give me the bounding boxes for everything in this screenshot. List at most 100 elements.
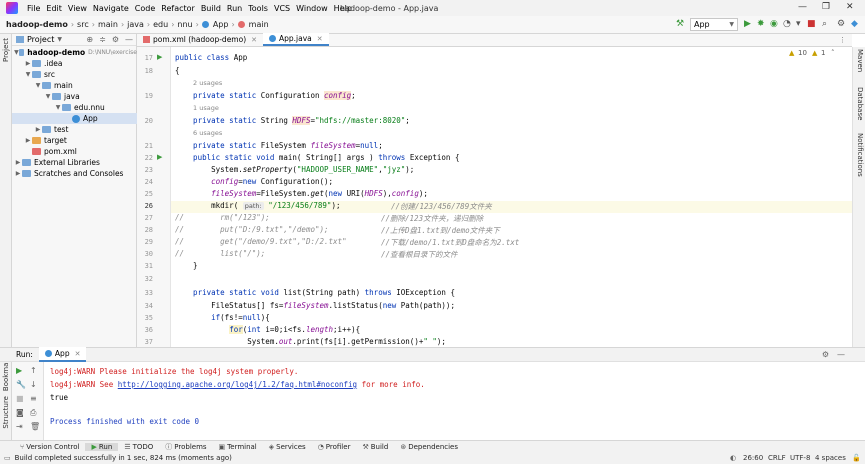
- exit-icon[interactable]: ⇥: [16, 422, 23, 431]
- menu-vcs[interactable]: VCS: [271, 4, 293, 13]
- select-opened-file-icon[interactable]: ⊕: [86, 35, 93, 44]
- menu-run[interactable]: Run: [224, 4, 245, 13]
- tree-item-target[interactable]: ▶ target: [12, 135, 137, 146]
- tool-todo[interactable]: ☰ TODO: [118, 443, 159, 451]
- usage-hint[interactable]: 6 usages: [193, 129, 222, 137]
- line-separator[interactable]: CRLF: [768, 454, 786, 462]
- profile-icon[interactable]: ◔: [783, 19, 791, 29]
- run-configuration-select[interactable]: App ▼: [690, 18, 738, 31]
- collapsed-arrow-icon[interactable]: ▶: [14, 170, 22, 177]
- code-editor[interactable]: ▲ 10 ▲ 1 ˄ public class App { 2 usages p…: [171, 47, 852, 347]
- tool-services[interactable]: ◈ Services: [263, 443, 312, 451]
- memory-indicator-icon[interactable]: ◐: [730, 454, 736, 462]
- tool-version-control[interactable]: ⑂ Version Control: [14, 443, 85, 451]
- project-panel-title[interactable]: Project: [27, 35, 54, 44]
- tree-item-project-root[interactable]: ▼ hadoop-demo D:\NNU\exercise: [12, 47, 137, 58]
- usage-hint[interactable]: 2 usages: [193, 79, 222, 87]
- run-gutter-icon[interactable]: ▶: [157, 153, 162, 161]
- tool-build[interactable]: ⚒ Build: [356, 443, 394, 451]
- soft-wrap-icon[interactable]: ≡: [30, 394, 37, 403]
- stop-icon[interactable]: ■: [807, 19, 816, 29]
- collapsed-arrow-icon[interactable]: ▶: [24, 137, 32, 144]
- menu-file[interactable]: File: [24, 4, 43, 13]
- chevron-down-icon[interactable]: ▼: [57, 36, 62, 43]
- hide-panel-icon[interactable]: —: [125, 35, 133, 44]
- expanded-arrow-icon[interactable]: ▼: [44, 93, 52, 100]
- menu-code[interactable]: Code: [132, 4, 158, 13]
- build-hammer-icon[interactable]: ⚒: [676, 19, 684, 29]
- coverage-icon[interactable]: ◉: [770, 19, 778, 29]
- breadcrumb-nnu[interactable]: nnu: [175, 20, 194, 29]
- run-gutter-icon[interactable]: ▶: [157, 53, 162, 61]
- tree-item-app[interactable]: App: [12, 113, 137, 124]
- tree-item-package[interactable]: ▼ edu.nnu: [12, 102, 137, 113]
- breadcrumb-project[interactable]: hadoop-demo: [0, 20, 70, 29]
- project-tool-button[interactable]: Project: [2, 38, 10, 62]
- breadcrumb-method[interactable]: main: [247, 20, 271, 29]
- restore-icon[interactable]: ❐: [822, 2, 830, 12]
- menu-edit[interactable]: Edit: [43, 4, 65, 13]
- notifications-tool-button[interactable]: Notifications: [856, 133, 864, 177]
- console-output[interactable]: log4j:WARN Please initialize the log4j s…: [44, 362, 852, 440]
- close-tab-icon[interactable]: ✕: [317, 35, 323, 43]
- breadcrumb-edu[interactable]: edu: [151, 20, 170, 29]
- search-everywhere-icon[interactable]: ⌕: [822, 19, 827, 29]
- status-message[interactable]: Build completed successfully in 1 sec, 8…: [15, 454, 232, 462]
- indent-setting[interactable]: 4 spaces: [815, 454, 846, 462]
- tool-dependencies[interactable]: ⊛ Dependencies: [394, 443, 464, 451]
- debug-icon[interactable]: ✸: [757, 19, 765, 29]
- rerun-icon[interactable]: ▶: [16, 366, 22, 375]
- tree-item-idea[interactable]: ▶ .idea: [12, 58, 137, 69]
- run-tab-app[interactable]: App ✕: [38, 347, 87, 362]
- tree-item-main[interactable]: ▼ main: [12, 80, 137, 91]
- tab-app-java[interactable]: App.java ✕: [263, 33, 329, 46]
- tool-terminal[interactable]: ▣ Terminal: [213, 443, 263, 451]
- print-icon[interactable]: ⎙: [30, 408, 36, 418]
- scroll-down-icon[interactable]: ↓: [30, 380, 37, 389]
- console-link[interactable]: http://logging.apache.org/log4j/1.2/faq.…: [118, 380, 357, 389]
- tree-item-pom[interactable]: pom.xml: [12, 146, 137, 157]
- tab-pom-xml[interactable]: pom.xml (hadoop-demo) ✕: [137, 33, 263, 46]
- file-encoding[interactable]: UTF-8: [790, 454, 810, 462]
- options-gear-icon[interactable]: ⚙: [112, 35, 119, 44]
- tool-profiler[interactable]: ◔ Profiler: [312, 443, 357, 451]
- breadcrumb-app[interactable]: App: [211, 20, 231, 29]
- tool-problems[interactable]: ⓘ Problems: [159, 442, 212, 452]
- collapsed-arrow-icon[interactable]: ▶: [34, 126, 42, 133]
- structure-tool-button[interactable]: Structure: [2, 396, 10, 429]
- close-tab-icon[interactable]: ✕: [251, 36, 257, 44]
- caret-position[interactable]: 26:60: [743, 454, 763, 462]
- scroll-up-icon[interactable]: ↑: [30, 366, 37, 375]
- menu-refactor[interactable]: Refactor: [158, 4, 198, 13]
- readonly-lock-icon[interactable]: 🔓: [852, 454, 861, 462]
- menu-window[interactable]: Window: [293, 4, 331, 13]
- tree-item-java[interactable]: ▼ java: [12, 91, 137, 102]
- menu-navigate[interactable]: Navigate: [90, 4, 132, 13]
- breadcrumb-main[interactable]: main: [96, 20, 120, 29]
- maven-tool-button[interactable]: Maven: [856, 49, 864, 72]
- wrench-icon[interactable]: 🔧: [16, 380, 26, 389]
- database-tool-button[interactable]: Database: [856, 87, 864, 120]
- tree-item-test[interactable]: ▶ test: [12, 124, 137, 135]
- tab-options-icon[interactable]: ⋮: [839, 36, 846, 44]
- tool-run[interactable]: ▶ Run: [85, 442, 119, 451]
- run-settings-gear-icon[interactable]: ⚙: [822, 350, 829, 359]
- minimize-icon[interactable]: —: [798, 2, 807, 12]
- expanded-arrow-icon[interactable]: ▼: [54, 104, 62, 111]
- collapsed-arrow-icon[interactable]: ▶: [24, 60, 32, 67]
- tree-item-src[interactable]: ▼ src: [12, 69, 137, 80]
- settings-gear-icon[interactable]: ⚙: [837, 19, 845, 29]
- expanded-arrow-icon[interactable]: ▼: [34, 82, 42, 89]
- close-window-icon[interactable]: ✕: [846, 2, 854, 12]
- camera-icon[interactable]: ◙: [16, 408, 24, 417]
- chevron-up-icon[interactable]: ˄: [831, 49, 835, 57]
- menu-view[interactable]: View: [65, 4, 90, 13]
- tree-item-external-libraries[interactable]: ▶ External Libraries: [12, 157, 137, 168]
- menu-tools[interactable]: Tools: [245, 4, 271, 13]
- tree-item-scratches[interactable]: ▶ Scratches and Consoles: [12, 168, 137, 179]
- inspection-warning-icon[interactable]: ▲: [789, 49, 794, 57]
- breadcrumb-java[interactable]: java: [125, 20, 146, 29]
- breadcrumb-src[interactable]: src: [75, 20, 91, 29]
- usage-hint[interactable]: 1 usage: [193, 104, 219, 112]
- inspection-weak-warning-icon[interactable]: ▲: [812, 49, 817, 57]
